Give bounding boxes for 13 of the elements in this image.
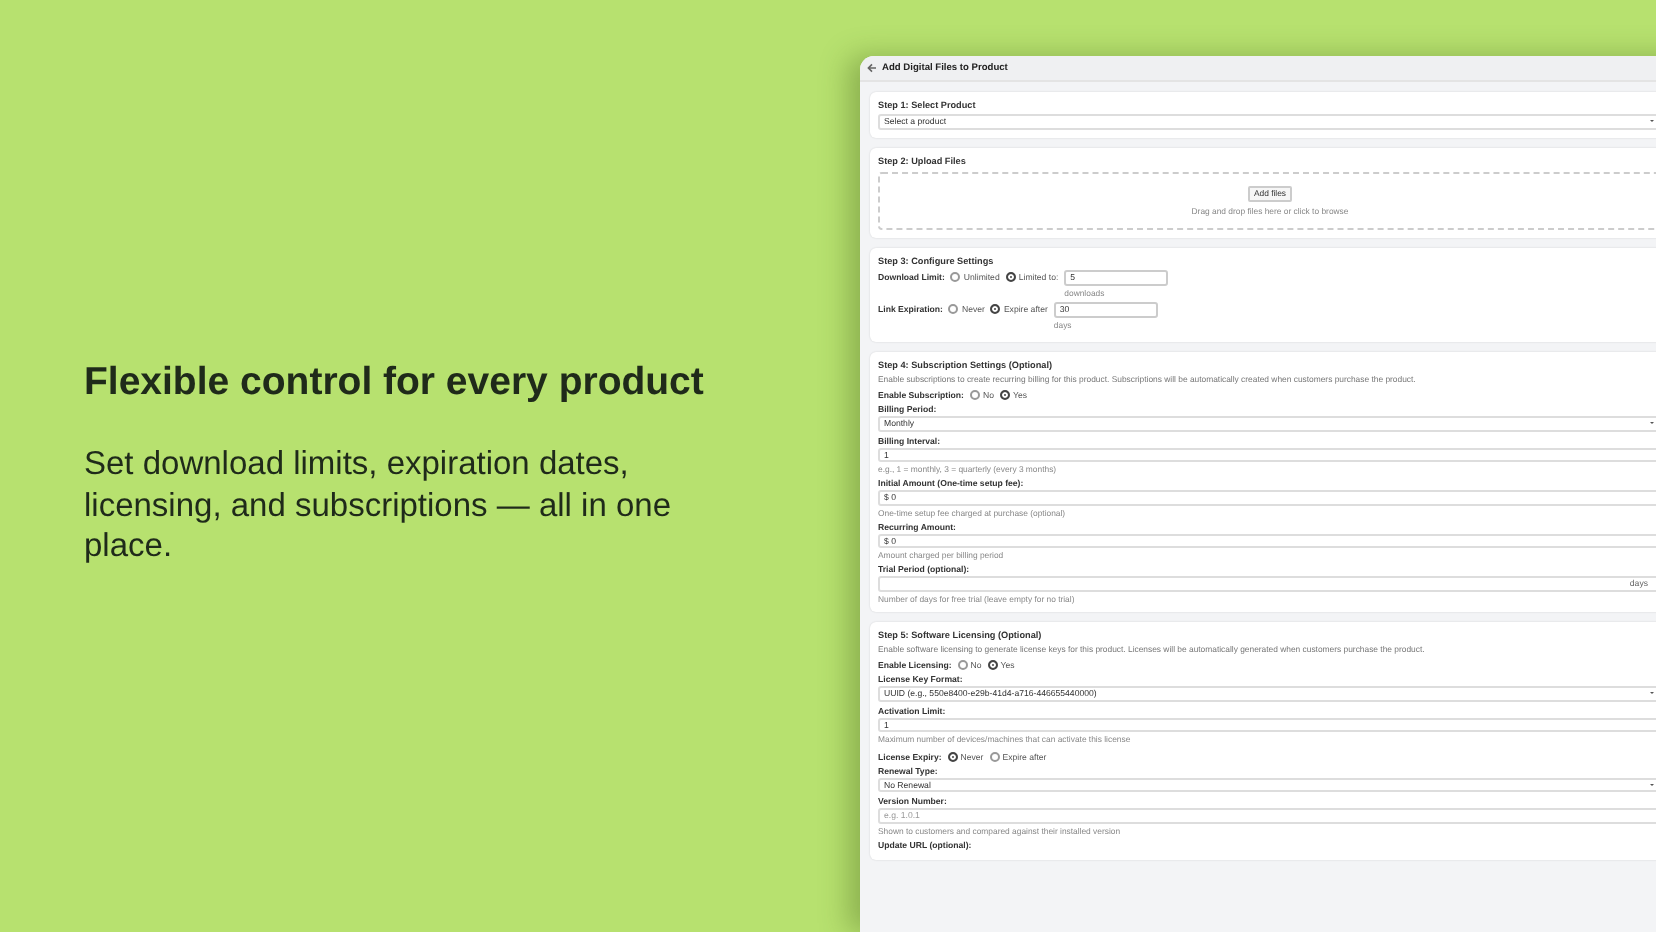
radio-icon[interactable] (947, 751, 958, 761)
back-arrow-icon[interactable] (866, 62, 878, 74)
headline: Flexible control for every product (84, 360, 706, 406)
radio-icon[interactable] (989, 751, 1000, 761)
subtext: Set download limits, expiration dates, licensing, and subscriptions — all in one place. (84, 444, 673, 567)
radio-icon[interactable] (990, 304, 1001, 314)
radio-icon[interactable] (999, 390, 1010, 400)
radio-icon[interactable] (957, 660, 968, 670)
radio-icon[interactable] (969, 390, 980, 400)
radio-icon[interactable] (987, 660, 998, 670)
radio-icon[interactable] (950, 272, 961, 282)
radio-icon[interactable] (1005, 272, 1016, 282)
radio-icon[interactable] (948, 304, 959, 314)
